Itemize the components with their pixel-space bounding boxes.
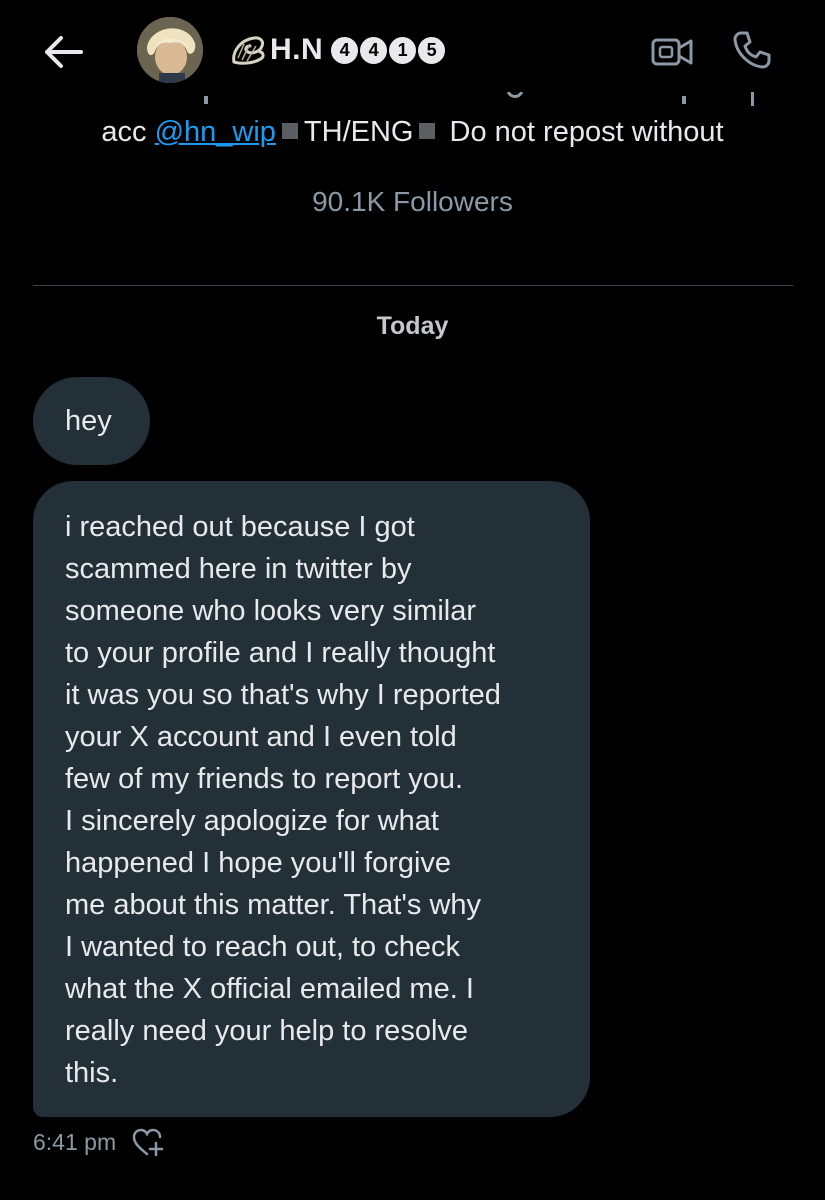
message-line: few of my friends to report you. — [65, 763, 464, 795]
video-camera-icon — [651, 38, 693, 66]
digit-badge: 4 — [331, 36, 359, 64]
video-call-button[interactable] — [648, 28, 696, 76]
bio-language: TH/ENG — [303, 116, 414, 148]
message-line: i reached out because I got — [65, 511, 415, 543]
contact-display-name: H.N — [270, 33, 324, 66]
message-text: hey — [65, 405, 112, 437]
bio-mention-link[interactable]: @hn_wip — [155, 116, 276, 148]
followers-count[interactable]: 90.1K Followers — [0, 186, 825, 218]
divider — [33, 285, 793, 286]
black-square-icon — [281, 123, 298, 139]
bio-clipped-line — [0, 92, 825, 108]
profile-bio: acc @hn_wip TH/ENG Do not repost without — [0, 116, 825, 149]
message-line: someone who looks very similar — [65, 595, 476, 627]
message-timestamp: 6:41 pm — [33, 1128, 117, 1155]
conversation-header: H.N 4 4 1 5 — [0, 0, 825, 100]
message-line: to your profile and I really thought — [65, 637, 496, 669]
phone-icon — [733, 31, 771, 69]
message-line: me about this matter. That's why — [65, 889, 482, 921]
contact-name-row[interactable]: H.N 4 4 1 5 — [228, 28, 446, 72]
digit-badge: 1 — [389, 36, 417, 64]
message-line: what the X official emailed me. I — [65, 973, 474, 1005]
message-bubble[interactable]: hey — [33, 377, 150, 465]
avatar-image — [137, 17, 203, 83]
message-line: really need your help to resolve — [65, 1015, 469, 1047]
message-line: I sincerely apologize for what — [65, 805, 439, 837]
message-line: scammed here in twitter by — [65, 553, 412, 585]
message-line: this. — [65, 1057, 119, 1089]
heart-plus-icon — [132, 1128, 164, 1157]
message-bubble[interactable]: i reached out because I got scammed here… — [33, 481, 590, 1117]
digit-badge: 4 — [360, 36, 388, 64]
back-button[interactable] — [40, 28, 88, 76]
add-reaction-button[interactable] — [130, 1124, 166, 1160]
voice-call-button[interactable] — [728, 26, 776, 74]
digit-badge: 5 — [418, 36, 446, 64]
message-line: happened I hope you'll forgive — [65, 847, 452, 879]
bio-rest: Do not repost without — [449, 116, 724, 148]
spiral-shell-icon — [228, 30, 268, 70]
date-separator: Today — [376, 312, 449, 340]
name-digits: 4 4 1 5 — [331, 36, 446, 64]
message-line: it was you so that's why I reported — [65, 679, 501, 711]
avatar[interactable] — [137, 17, 203, 83]
bio-prefix: acc — [101, 116, 155, 148]
black-square-icon — [419, 123, 436, 139]
message-line: I wanted to reach out, to check — [65, 931, 460, 963]
message-line: your X account and I even told — [65, 721, 457, 753]
arrow-left-icon — [45, 36, 83, 68]
message-meta: 6:41 pm — [33, 1124, 166, 1160]
